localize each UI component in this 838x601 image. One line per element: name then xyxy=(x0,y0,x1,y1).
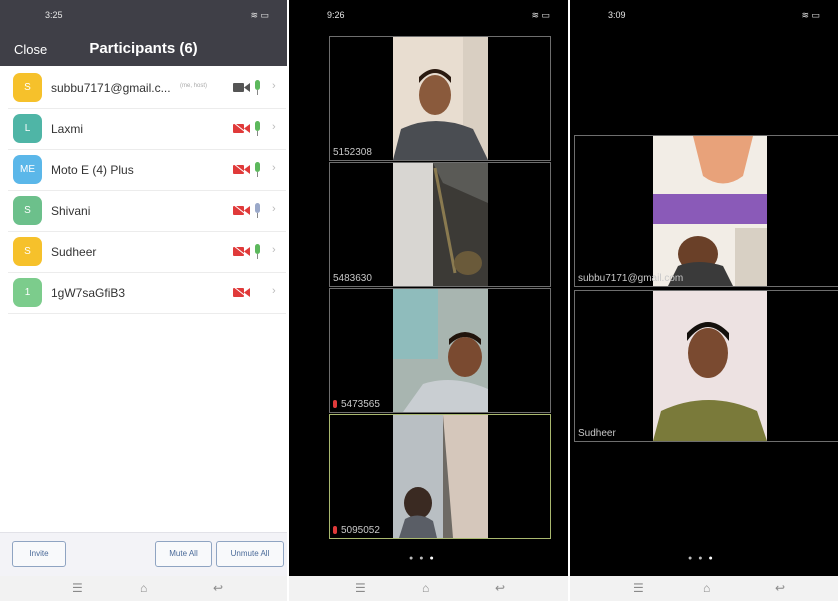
chevron-right-icon: › xyxy=(272,244,276,256)
avatar: S xyxy=(13,237,42,266)
chevron-right-icon: › xyxy=(272,80,276,92)
status-time: 9:26 xyxy=(327,10,345,20)
mic-on-icon[interactable] xyxy=(254,162,261,178)
video-feed xyxy=(393,289,488,412)
home-icon[interactable]: ⌂ xyxy=(140,581,147,595)
back-icon[interactable]: ↩ xyxy=(775,581,785,595)
video-feed xyxy=(393,163,488,286)
invite-button[interactable]: Invite xyxy=(12,541,66,567)
gallery-screen-4: 9:26 ≋ ▭ 5152308 5483630 5473565 5095052… xyxy=(289,0,568,601)
mic-on-icon[interactable] xyxy=(254,244,261,260)
home-icon[interactable]: ⌂ xyxy=(703,581,710,595)
page-indicator[interactable]: ●●● xyxy=(688,555,719,562)
back-icon[interactable]: ↩ xyxy=(213,581,223,595)
video-tile-active[interactable]: 5095052 xyxy=(329,414,551,539)
participant-name: Sudheer xyxy=(51,245,97,259)
video-off-icon[interactable] xyxy=(233,287,250,298)
participant-name: Moto E (4) Plus xyxy=(51,163,134,177)
status-time: 3:09 xyxy=(608,10,626,20)
system-nav-bar: ☰ ⌂ ↩ xyxy=(289,576,568,601)
video-feed xyxy=(653,136,767,286)
status-bar: 9:26 ≋ ▭ xyxy=(289,0,568,28)
video-area xyxy=(570,0,838,576)
tile-label: 5483630 xyxy=(333,273,372,284)
video-off-icon[interactable] xyxy=(233,123,250,134)
system-nav-bar: ☰ ⌂ ↩ xyxy=(0,576,287,601)
video-feed xyxy=(393,37,488,160)
avatar: 1 xyxy=(13,278,42,307)
tile-label: 5152308 xyxy=(333,147,372,158)
home-icon[interactable]: ⌂ xyxy=(422,581,429,595)
tile-label: 5473565 xyxy=(333,399,380,410)
host-tag: (me, host) xyxy=(180,83,208,89)
participant-list: S subbu7171@gmail.c... (me, host) › L La… xyxy=(8,68,286,314)
video-tile[interactable]: 5473565 xyxy=(329,288,551,413)
participant-row[interactable]: S Shivani › xyxy=(8,191,286,232)
avatar: S xyxy=(13,196,42,225)
chevron-right-icon: › xyxy=(272,162,276,174)
mic-muted-icon xyxy=(333,526,337,534)
chevron-right-icon: › xyxy=(272,203,276,215)
participant-row[interactable]: S Sudheer › xyxy=(8,232,286,273)
video-tile[interactable]: 5483630 xyxy=(329,162,551,287)
video-feed xyxy=(653,291,767,441)
avatar: ME xyxy=(13,155,42,184)
person-video-image xyxy=(393,289,488,412)
menu-icon[interactable]: ☰ xyxy=(72,581,83,595)
tile-label-text: 5095052 xyxy=(341,525,380,536)
gallery-screen-2: 3:09 ≋ ▭ subbu7171@gmail.com Sudheer ●●●… xyxy=(570,0,838,601)
page-indicator[interactable]: ●●● xyxy=(409,555,440,562)
menu-icon[interactable]: ☰ xyxy=(633,581,644,595)
wifi-battery-icon: ≋ ▭ xyxy=(250,10,269,20)
hand-video-image xyxy=(393,415,488,538)
person-video-image xyxy=(653,136,767,286)
tile-label-text: 5473565 xyxy=(341,399,380,410)
status-bar: 3:25 ≋ ▭ xyxy=(0,0,287,28)
avatar: S xyxy=(13,73,42,102)
wifi-battery-icon: ≋ ▭ xyxy=(801,10,820,20)
mic-muted-icon xyxy=(333,400,337,408)
video-off-icon[interactable] xyxy=(233,246,250,257)
participant-name: Shivani xyxy=(51,204,91,218)
participant-row[interactable]: L Laxmi › xyxy=(8,109,286,150)
wifi-battery-icon: ≋ ▭ xyxy=(531,10,550,20)
video-feed xyxy=(393,415,488,538)
unmute-all-button[interactable]: Unmute All xyxy=(216,541,284,567)
participant-row[interactable]: ME Moto E (4) Plus › xyxy=(8,150,286,191)
system-nav-bar: ☰ ⌂ ↩ xyxy=(570,576,838,601)
video-tile[interactable]: Sudheer xyxy=(574,290,838,442)
mic-muted-icon[interactable] xyxy=(254,203,261,219)
status-time: 3:25 xyxy=(45,10,63,20)
page-title: Participants (6) xyxy=(89,40,198,57)
mic-on-icon[interactable] xyxy=(254,121,261,137)
ceiling-video-image xyxy=(393,163,488,286)
participants-header: 3:25 ≋ ▭ Close Participants (6) xyxy=(0,0,287,66)
video-on-icon[interactable] xyxy=(233,82,250,93)
participant-row[interactable]: S subbu7171@gmail.c... (me, host) › xyxy=(8,68,286,109)
status-bar: 3:09 ≋ ▭ xyxy=(570,0,838,28)
participants-footer: Invite Mute All Unmute All xyxy=(0,532,287,577)
video-tile[interactable]: 5152308 xyxy=(329,36,551,161)
chevron-right-icon: › xyxy=(272,121,276,133)
tile-label: subbu7171@gmail.com xyxy=(578,273,684,284)
video-off-icon[interactable] xyxy=(233,164,250,175)
avatar: L xyxy=(13,114,42,143)
mute-all-button[interactable]: Mute All xyxy=(155,541,212,567)
video-off-icon[interactable] xyxy=(233,205,250,216)
tile-label: Sudheer xyxy=(578,428,616,439)
participants-screen: 3:25 ≋ ▭ Close Participants (6) S subbu7… xyxy=(0,0,287,601)
tile-label: 5095052 xyxy=(333,525,380,536)
participant-row[interactable]: 1 1gW7saGfiB3 › xyxy=(8,273,286,314)
back-icon[interactable]: ↩ xyxy=(495,581,505,595)
chevron-right-icon: › xyxy=(272,285,276,297)
participant-name: subbu7171@gmail.c... xyxy=(51,81,171,95)
person-video-image xyxy=(393,37,488,160)
participant-name: Laxmi xyxy=(51,122,84,136)
video-tile[interactable]: subbu7171@gmail.com xyxy=(574,135,838,287)
mic-on-icon[interactable] xyxy=(254,80,261,96)
menu-icon[interactable]: ☰ xyxy=(355,581,366,595)
participant-name: 1gW7saGfiB3 xyxy=(51,286,126,300)
person-video-image xyxy=(653,291,767,441)
